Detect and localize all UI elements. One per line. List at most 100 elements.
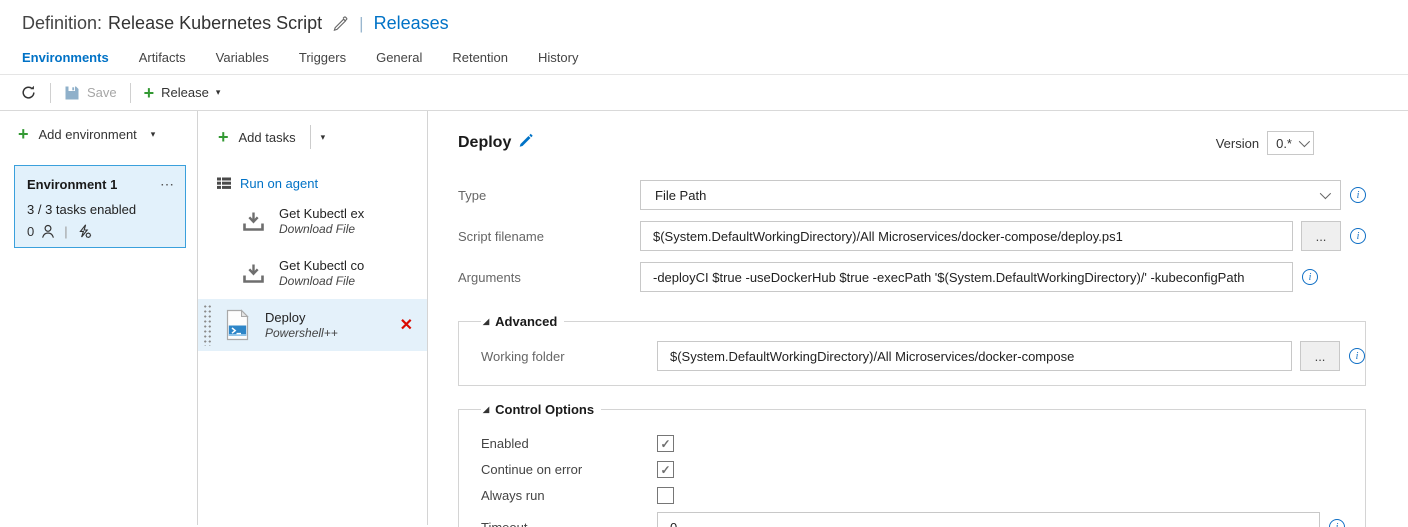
- chevron-down-icon: [1299, 136, 1310, 147]
- save-button[interactable]: Save: [64, 85, 117, 101]
- info-icon[interactable]: i: [1350, 187, 1366, 203]
- timeout-row: Timeout i: [481, 512, 1365, 527]
- main-content: + Add environment ▾ Environment 1 ⋯ 3 / …: [0, 111, 1408, 525]
- definition-tabs: Environments Artifacts Variables Trigger…: [0, 34, 1408, 75]
- refresh-icon: [20, 84, 37, 101]
- continue-on-error-checkbox[interactable]: ✓: [657, 461, 674, 478]
- control-options-section-label: Control Options: [495, 402, 594, 417]
- tab-retention[interactable]: Retention: [452, 50, 508, 65]
- arguments-input[interactable]: [640, 262, 1293, 292]
- version-value: 0.*: [1276, 136, 1292, 151]
- save-button-label: Save: [87, 85, 117, 100]
- version-label: Version: [1216, 136, 1259, 151]
- script-filename-label: Script filename: [458, 229, 640, 244]
- enabled-checkbox[interactable]: ✓: [657, 435, 674, 452]
- tab-artifacts[interactable]: Artifacts: [139, 50, 186, 65]
- task-type: Powershell++: [265, 326, 338, 340]
- drag-handle-icon[interactable]: [203, 304, 212, 346]
- type-row: Type File Path i: [458, 180, 1366, 210]
- task-item-deploy-selected[interactable]: Deploy Powershell++ ✕: [198, 299, 427, 351]
- environment-menu-ellipsis-icon[interactable]: ⋯: [160, 176, 175, 193]
- task-name: Deploy: [265, 310, 338, 325]
- task-editor-panel: Deploy Version 0.* Type File Path i: [428, 111, 1408, 525]
- edit-title-pencil-icon[interactable]: [332, 15, 349, 32]
- definition-title: Release Kubernetes Script: [108, 13, 322, 34]
- deployment-conditions-icon[interactable]: [77, 224, 92, 239]
- advanced-section-label: Advanced: [495, 314, 557, 329]
- timeout-input[interactable]: [657, 512, 1320, 527]
- browse-button[interactable]: ...: [1301, 221, 1341, 251]
- toolbar-separator: [130, 83, 131, 103]
- release-button[interactable]: + Release ▾: [144, 84, 221, 102]
- title-separator: |: [359, 14, 363, 34]
- control-options-section: ◢ Control Options Enabled ✓ Continue on …: [458, 402, 1366, 527]
- continue-on-error-row: Continue on error ✓: [481, 461, 1365, 478]
- control-options-section-header[interactable]: ◢ Control Options: [481, 402, 601, 417]
- browse-button[interactable]: ...: [1300, 341, 1340, 371]
- environments-panel: + Add environment ▾ Environment 1 ⋯ 3 / …: [0, 111, 198, 525]
- arguments-row: Arguments i: [458, 262, 1366, 292]
- always-run-label: Always run: [481, 488, 657, 503]
- advanced-section-header[interactable]: ◢ Advanced: [481, 314, 564, 329]
- tasks-panel: + Add tasks ▾ Run on agent Get Kubectl e…: [198, 111, 428, 525]
- approvals-count: 0: [27, 224, 34, 239]
- info-icon[interactable]: i: [1329, 519, 1345, 527]
- continue-on-error-label: Continue on error: [481, 462, 657, 477]
- task-name: Get Kubectl co: [279, 258, 364, 273]
- tab-environments[interactable]: Environments: [22, 50, 109, 65]
- refresh-button[interactable]: [20, 84, 37, 101]
- info-icon[interactable]: i: [1302, 269, 1318, 285]
- task-item-get-kubectl-ex[interactable]: Get Kubectl ex Download File: [198, 195, 427, 247]
- agent-phase-icon: [216, 175, 232, 191]
- add-tasks-button[interactable]: + Add tasks ▾: [218, 125, 427, 149]
- task-name: Get Kubectl ex: [279, 206, 364, 221]
- releases-link[interactable]: Releases: [374, 13, 449, 34]
- check-icon: ✓: [660, 463, 670, 477]
- working-folder-row: Working folder ... i: [481, 341, 1365, 371]
- environment-tasks-summary: 3 / 3 tasks enabled: [27, 202, 175, 217]
- tab-history[interactable]: History: [538, 50, 578, 65]
- add-environment-label: Add environment: [39, 127, 137, 142]
- powershell-task-icon: [224, 309, 251, 341]
- info-icon[interactable]: i: [1349, 348, 1365, 364]
- environment-card[interactable]: Environment 1 ⋯ 3 / 3 tasks enabled 0 |: [14, 165, 186, 248]
- type-value: File Path: [655, 188, 706, 203]
- toolbar: Save + Release ▾: [0, 75, 1408, 111]
- add-icon: +: [144, 84, 155, 102]
- add-icon: +: [218, 128, 229, 146]
- approvers-person-icon[interactable]: [41, 224, 55, 239]
- split-button-separator: [310, 125, 311, 149]
- enabled-label: Enabled: [481, 436, 657, 451]
- tab-general[interactable]: General: [376, 50, 422, 65]
- type-select[interactable]: File Path: [640, 180, 1341, 210]
- add-tasks-label: Add tasks: [239, 130, 296, 145]
- task-item-get-kubectl-co[interactable]: Get Kubectl co Download File: [198, 247, 427, 299]
- remove-task-icon[interactable]: ✕: [400, 315, 413, 335]
- working-folder-input[interactable]: [657, 341, 1292, 371]
- tab-variables[interactable]: Variables: [216, 50, 269, 65]
- always-run-row: Always run: [481, 487, 1365, 504]
- chevron-down-icon: ▾: [216, 87, 221, 98]
- definition-title-prefix: Definition:: [22, 13, 102, 34]
- edit-task-name-pencil-icon[interactable]: [519, 132, 534, 147]
- tab-triggers[interactable]: Triggers: [299, 50, 346, 65]
- script-filename-input[interactable]: [640, 221, 1293, 251]
- version-select[interactable]: 0.*: [1267, 131, 1314, 155]
- enabled-row: Enabled ✓: [481, 435, 1365, 452]
- chevron-down-icon[interactable]: ▾: [321, 132, 326, 143]
- chevron-down-icon: ▾: [151, 129, 156, 140]
- release-button-label: Release: [161, 85, 209, 100]
- task-type: Download File: [279, 274, 364, 288]
- toolbar-separator: [50, 83, 51, 103]
- collapse-triangle-icon: ◢: [483, 317, 489, 326]
- always-run-checkbox[interactable]: [657, 487, 674, 504]
- add-environment-button[interactable]: + Add environment ▾: [18, 125, 197, 143]
- info-icon[interactable]: i: [1350, 228, 1366, 244]
- working-folder-label: Working folder: [481, 349, 657, 364]
- run-on-agent-group[interactable]: Run on agent: [216, 175, 427, 191]
- task-type: Download File: [279, 222, 364, 236]
- collapse-triangle-icon: ◢: [483, 405, 489, 414]
- definition-title-row: Definition: Release Kubernetes Script | …: [0, 0, 1408, 34]
- run-on-agent-label: Run on agent: [240, 176, 318, 191]
- arguments-label: Arguments: [458, 270, 640, 285]
